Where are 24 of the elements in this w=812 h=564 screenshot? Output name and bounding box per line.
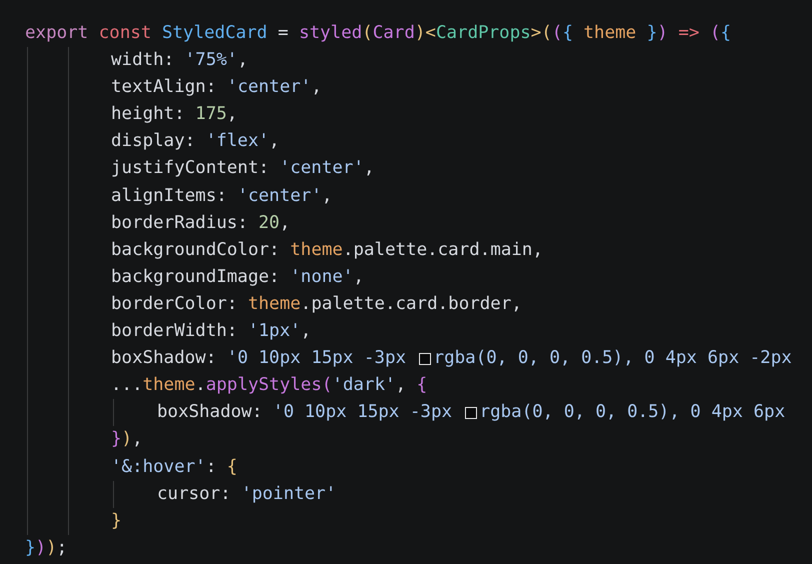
code-text: width: '75%',: [111, 49, 248, 72]
code-text: borderRadius: 20,: [111, 212, 290, 235]
code-text: '&:hover': {: [111, 456, 238, 478]
code-text: backgroundImage: 'none',: [111, 266, 364, 289]
color-swatch-icon[interactable]: [464, 406, 477, 419]
code-text: borderColor: theme.palette.card.border,: [111, 292, 522, 316]
code-text: alignItems: 'center',: [111, 184, 332, 208]
code-text: boxShadow: '0 10px 15px -3px: [157, 401, 454, 424]
code-text: backgroundColor: theme.palette.card.main,: [111, 238, 543, 262]
code-text: }),: [111, 428, 143, 452]
code-text: export const StyledCard = styled(Card)<CardProps>(({ theme }) => ({: [25, 22, 732, 45]
code-text: cursor: 'pointer': [157, 482, 336, 506]
code-text: rgba(0, 0, 0, 0.5), 0 4px 6px: [480, 401, 786, 424]
code-text: height: 175,: [111, 103, 238, 126]
code-text: rgba(0, 0, 0, 0.5), 0 4px 6px -2px: [434, 347, 792, 370]
code-text: display: 'flex',: [111, 130, 280, 154]
code-text: justifyContent: 'center',: [111, 157, 374, 180]
color-swatch-icon[interactable]: [418, 352, 431, 365]
code-text: }: [111, 510, 122, 533]
code-text: borderWidth: '1px',: [111, 320, 312, 344]
code-text: }));: [25, 536, 68, 560]
code-text: textAlign: 'center',: [111, 76, 322, 100]
code-text: boxShadow: '0 10px 15px -3px: [111, 347, 408, 370]
code-text: ...theme.applyStyles('dark', {: [111, 374, 428, 398]
